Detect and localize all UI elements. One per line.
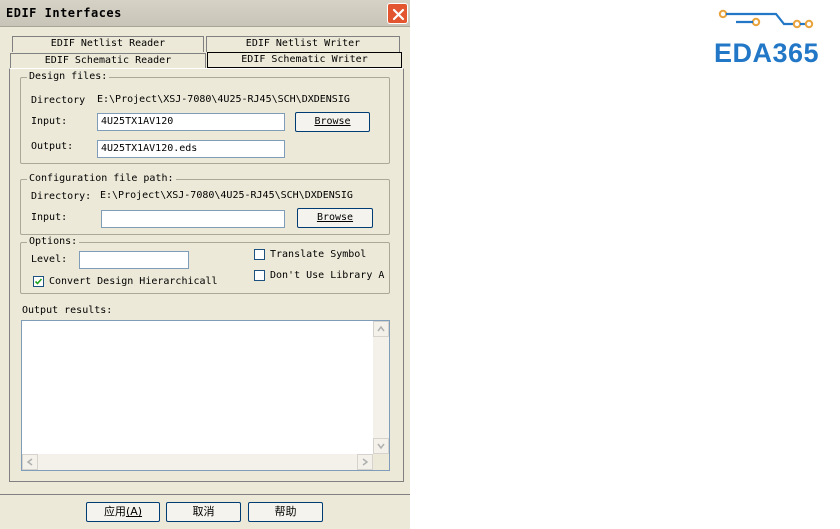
config-file-legend: Configuration file path: (27, 173, 176, 185)
config-directory-value: E:\Project\XSJ-7080\4U25-RJ45\SCH\DXDENS… (100, 190, 353, 201)
translate-symbol-checkbox[interactable] (254, 249, 265, 260)
chevron-right-icon (362, 458, 369, 466)
checkmark-icon (34, 278, 43, 285)
scroll-down-button[interactable] (373, 438, 389, 454)
browse-label: Browse (314, 116, 351, 127)
cancel-button[interactable]: 取消 (166, 502, 241, 522)
tab-label: EDIF Netlist Writer (245, 38, 361, 49)
convert-hierarchical-label[interactable]: Convert Design Hierarchicall (49, 276, 218, 288)
chevron-up-icon (377, 325, 385, 332)
scroll-up-button[interactable] (373, 321, 389, 337)
design-input-label: Input: (31, 116, 68, 127)
output-results-label: Output results: (22, 305, 113, 316)
tab-edif-netlist-reader[interactable]: EDIF Netlist Reader (12, 36, 204, 52)
design-browse-button[interactable]: Browse (295, 112, 370, 132)
chevron-down-icon (377, 443, 385, 450)
apply-button[interactable]: 应用(A) (86, 502, 160, 522)
design-output-label: Output: (31, 141, 74, 152)
tab-label: EDIF Netlist Reader (50, 38, 166, 49)
circuit-trace-icon (718, 9, 814, 29)
tab-label: EDIF Schematic Writer (241, 54, 368, 65)
level-field[interactable] (79, 251, 189, 269)
cancel-label: 取消 (192, 505, 215, 518)
design-directory-label: Directory (31, 95, 86, 106)
close-icon (392, 8, 405, 21)
design-output-field[interactable]: 4U25TX1AV120.eds (97, 140, 285, 158)
browse-label: Browse (316, 212, 354, 223)
options-legend: Options: (27, 236, 80, 248)
help-label: 帮助 (274, 505, 297, 518)
tab-edif-schematic-writer[interactable]: EDIF Schematic Writer (207, 52, 402, 68)
output-results-textarea[interactable] (21, 320, 390, 471)
eda365-logo: EDA365 (714, 38, 820, 68)
dont-use-library-label[interactable]: Don't Use Library A (270, 270, 384, 282)
design-files-legend: Design files: (27, 71, 110, 83)
config-browse-button[interactable]: Browse (297, 208, 373, 228)
tab-edif-netlist-writer[interactable]: EDIF Netlist Writer (206, 36, 400, 52)
tab-label: EDIF Schematic Reader (44, 55, 172, 66)
horizontal-scrollbar[interactable] (22, 454, 373, 470)
close-button[interactable] (387, 3, 408, 24)
translate-symbol-label[interactable]: Translate Symbol (270, 249, 366, 261)
apply-accelerator: (A) (125, 505, 143, 518)
vertical-scrollbar[interactable] (373, 321, 389, 454)
dont-use-library-checkbox[interactable] (254, 270, 265, 281)
convert-hierarchical-checkbox[interactable] (33, 276, 44, 287)
apply-label: 应用 (103, 505, 126, 518)
config-input-label: Input: (31, 212, 68, 223)
edif-dialog: EDIF Interfaces EDIF Netlist Reader EDIF… (0, 0, 410, 529)
chevron-left-icon (26, 458, 33, 466)
title-bar[interactable]: EDIF Interfaces (0, 0, 410, 27)
config-input-field[interactable] (101, 210, 285, 228)
scroll-left-button[interactable] (22, 454, 38, 470)
tab-edif-schematic-reader[interactable]: EDIF Schematic Reader (10, 53, 206, 69)
design-directory-value: E:\Project\XSJ-7080\4U25-RJ45\SCH\DXDENS… (97, 94, 350, 105)
help-button[interactable]: 帮助 (248, 502, 323, 522)
window-title: EDIF Interfaces (6, 6, 122, 20)
scrollbar-corner (373, 454, 389, 470)
config-directory-label: Directory: (31, 191, 92, 202)
scroll-right-button[interactable] (357, 454, 373, 470)
level-label: Level: (31, 254, 68, 265)
design-input-field[interactable]: 4U25TX1AV120 (97, 113, 285, 131)
